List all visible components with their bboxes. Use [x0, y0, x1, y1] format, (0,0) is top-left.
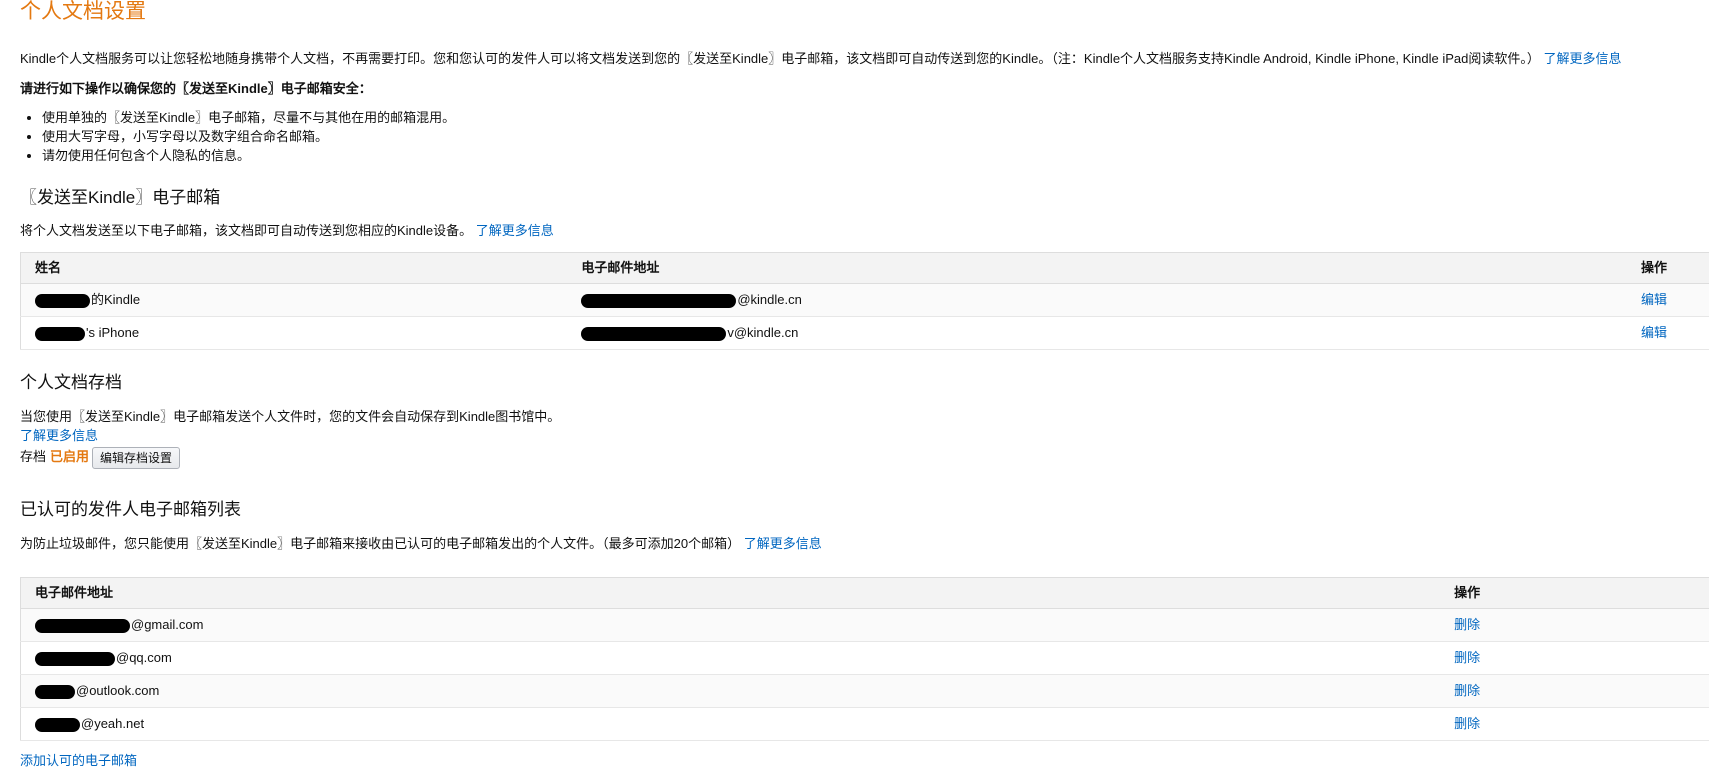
intro-paragraph: Kindle个人文档服务可以让您轻松地随身携带个人文档，不再需要打印。您和您认可…: [20, 50, 1700, 68]
personal-document-settings-page: 个人文档设置 Kindle个人文档服务可以让您轻松地随身携带个人文档，不再需要打…: [0, 0, 1709, 778]
column-header-email: 电子邮件地址: [20, 577, 1441, 609]
archive-status-row: 存档 已启用 编辑存档设置: [20, 445, 181, 469]
delete-link[interactable]: 删除: [1454, 683, 1480, 698]
table-row: @qq.com 删除: [20, 641, 1709, 675]
device-name-suffix: 's iPhone: [86, 325, 140, 340]
device-name-cell: 的Kindle: [20, 283, 568, 317]
archive-label: 存档: [20, 449, 47, 464]
send-to-kindle-title: 〖发送至Kindle〗电子邮箱: [20, 188, 221, 207]
redacted-text: [35, 651, 115, 666]
sender-email-suffix: @yeah.net: [81, 716, 145, 731]
kindle-email-cell: v@kindle.cn: [567, 316, 1627, 350]
redacted-text: [35, 684, 75, 699]
archive-learn-more-link[interactable]: 了解更多信息: [20, 427, 98, 445]
table-row: @gmail.com 删除: [20, 608, 1709, 642]
kindle-email-suffix: v@kindle.cn: [727, 325, 799, 340]
delete-link[interactable]: 删除: [1454, 716, 1480, 731]
send-to-kindle-table: 姓名 电子邮件地址 操作 的Kindle @kindle.cn 编辑 's iP…: [20, 252, 1709, 350]
redacted-text: [35, 618, 130, 633]
archive-title: 个人文档存档: [20, 373, 122, 392]
sender-email-cell: @outlook.com: [20, 674, 1441, 708]
table-row: @yeah.net 删除: [20, 707, 1709, 741]
approved-senders-desc: 为防止垃圾邮件，您只能使用〖发送至Kindle〗电子邮箱来接收由已认可的电子邮箱…: [20, 535, 822, 553]
table-row: @outlook.com 删除: [20, 674, 1709, 708]
add-approved-email-link[interactable]: 添加认可的电子邮箱: [20, 752, 137, 770]
table-row: 's iPhone v@kindle.cn 编辑: [20, 316, 1709, 350]
send-to-kindle-desc-text: 将个人文档发送至以下电子邮箱，该文档即可自动传送到您相应的Kindle设备。: [20, 223, 473, 238]
action-cell: 编辑: [1627, 316, 1709, 350]
sender-email-cell: @gmail.com: [20, 608, 1441, 642]
table-header-row: 电子邮件地址 操作: [20, 577, 1709, 609]
column-header-action: 操作: [1627, 252, 1709, 284]
redacted-text: [35, 326, 85, 341]
edit-archive-settings-button[interactable]: 编辑存档设置: [92, 446, 181, 469]
kindle-email-cell: @kindle.cn: [567, 283, 1627, 317]
delete-link[interactable]: 删除: [1454, 617, 1480, 632]
archive-desc: 当您使用〖发送至Kindle〗电子邮箱发送个人文件时，您的文件会自动保存到Kin…: [20, 409, 561, 424]
security-tip: 请勿使用任何包含个人隐私的信息。: [42, 146, 455, 165]
action-cell: 删除: [1440, 707, 1709, 741]
device-name-cell: 's iPhone: [20, 316, 568, 350]
security-tip: 使用大写字母，小写字母以及数字组合命名邮箱。: [42, 127, 455, 146]
approved-senders-desc-text: 为防止垃圾邮件，您只能使用〖发送至Kindle〗电子邮箱来接收由已认可的电子邮箱…: [20, 536, 741, 551]
column-header-email: 电子邮件地址: [567, 252, 1627, 284]
approved-senders-title: 已认可的发件人电子邮箱列表: [20, 500, 241, 519]
page-title: 个人文档设置: [20, 0, 146, 23]
redacted-text: [35, 293, 90, 308]
redacted-text: [35, 717, 80, 732]
edit-link[interactable]: 编辑: [1641, 292, 1667, 307]
delete-link[interactable]: 删除: [1454, 650, 1480, 665]
sender-email-cell: @yeah.net: [20, 707, 1441, 741]
approved-senders-table: 电子邮件地址 操作 @gmail.com 删除 @qq.com 删除 @outl…: [20, 577, 1709, 741]
table-header-row: 姓名 电子邮件地址 操作: [20, 252, 1709, 284]
table-row: 的Kindle @kindle.cn 编辑: [20, 283, 1709, 317]
send-to-kindle-learn-more-link[interactable]: 了解更多信息: [476, 223, 554, 238]
archive-status-badge: 已启用: [50, 449, 90, 464]
intro-learn-more-link[interactable]: 了解更多信息: [1543, 51, 1621, 66]
action-cell: 编辑: [1627, 283, 1709, 317]
sender-email-suffix: @gmail.com: [131, 617, 204, 632]
sender-email-cell: @qq.com: [20, 641, 1441, 675]
sender-email-suffix: @outlook.com: [76, 683, 160, 698]
edit-link[interactable]: 编辑: [1641, 325, 1667, 340]
intro-text: Kindle个人文档服务可以让您轻松地随身携带个人文档，不再需要打印。您和您认可…: [20, 51, 1540, 66]
security-tip: 使用单独的〖发送至Kindle〗电子邮箱，尽量不与其他在用的邮箱混用。: [42, 108, 455, 127]
action-cell: 删除: [1440, 674, 1709, 708]
action-cell: 删除: [1440, 641, 1709, 675]
column-header-name: 姓名: [20, 252, 568, 284]
approved-senders-learn-more-link[interactable]: 了解更多信息: [744, 536, 822, 551]
sender-email-suffix: @qq.com: [116, 650, 172, 665]
column-header-action: 操作: [1440, 577, 1709, 609]
action-cell: 删除: [1440, 608, 1709, 642]
redacted-text: [581, 293, 737, 308]
device-name-suffix: 的Kindle: [91, 292, 141, 307]
security-tips-list: 使用单独的〖发送至Kindle〗电子邮箱，尽量不与其他在用的邮箱混用。 使用大写…: [20, 108, 455, 165]
security-heading: 请进行如下操作以确保您的〖发送至Kindle〗电子邮箱安全：: [20, 81, 372, 96]
redacted-text: [581, 326, 727, 341]
send-to-kindle-desc: 将个人文档发送至以下电子邮箱，该文档即可自动传送到您相应的Kindle设备。 了…: [20, 222, 554, 240]
kindle-email-suffix: @kindle.cn: [737, 292, 802, 307]
